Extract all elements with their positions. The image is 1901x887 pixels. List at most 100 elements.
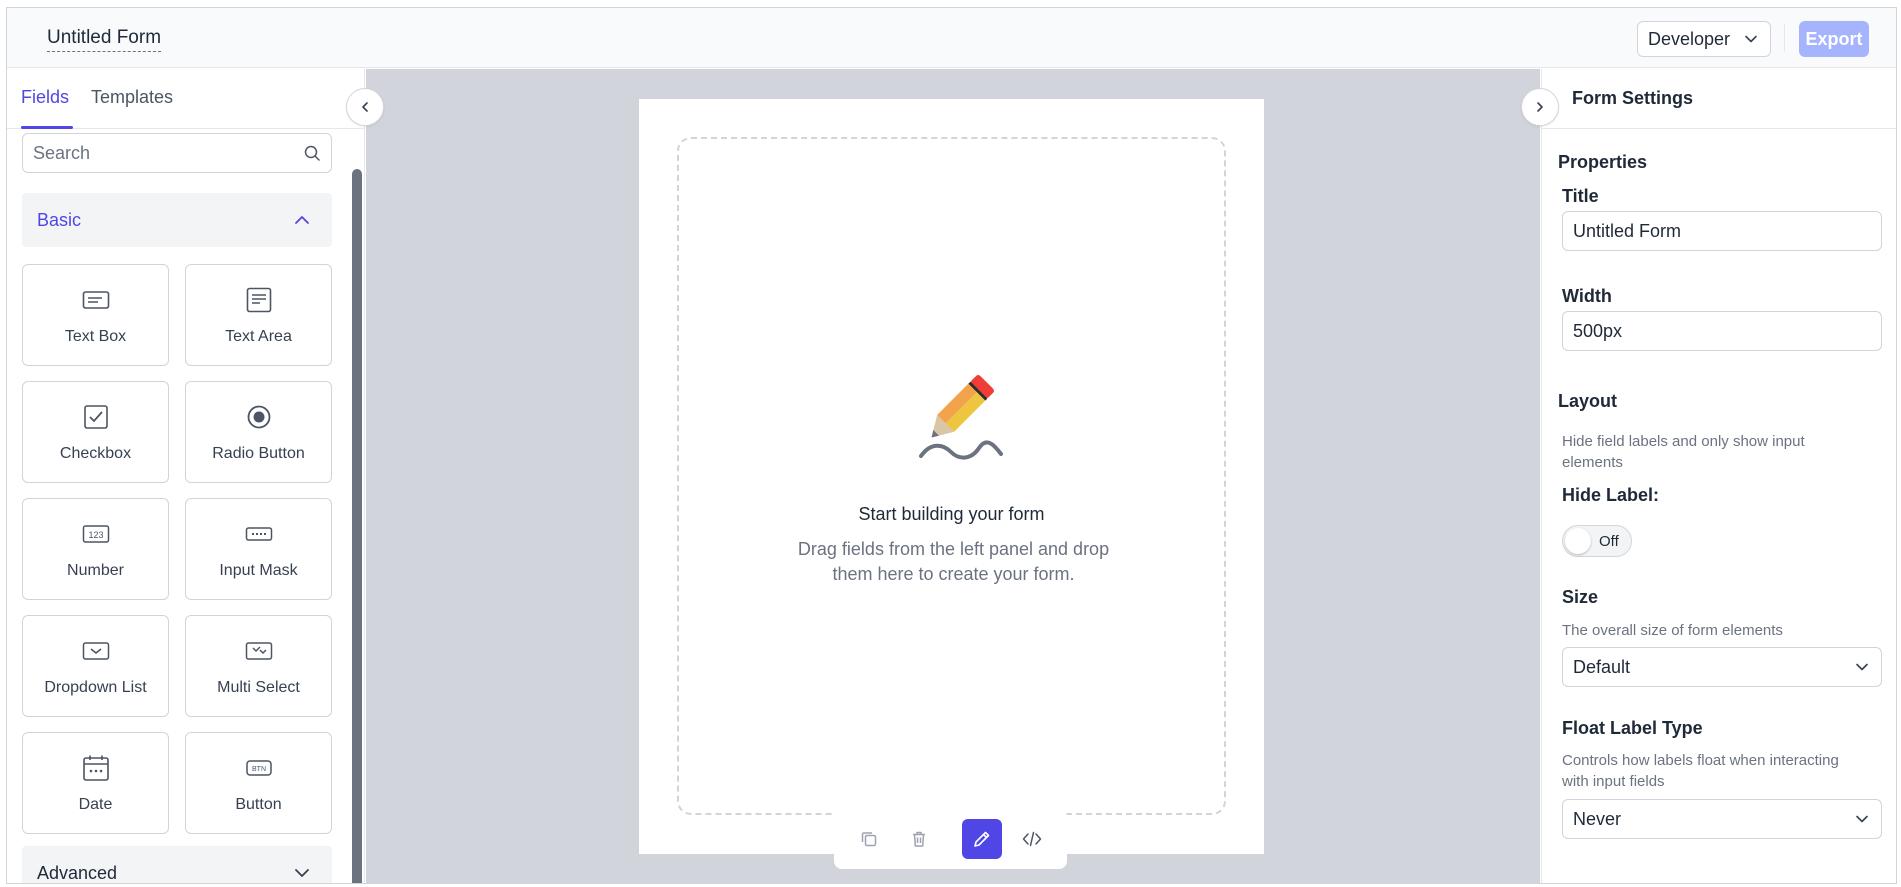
float-label-help-text: Controls how labels float when interacti… xyxy=(1562,752,1839,790)
field-card-label: Checkbox xyxy=(59,445,132,462)
settings-title: Form Settings xyxy=(1572,88,1694,108)
advanced-section-label: Advanced xyxy=(37,863,118,883)
copy-button[interactable] xyxy=(849,819,889,859)
copy-icon xyxy=(861,832,877,847)
form-page: Start building your form Drag fields fro… xyxy=(639,99,1264,854)
width-label: Width xyxy=(1562,286,1612,306)
button-icon: BTN xyxy=(244,753,274,783)
form-title[interactable]: Untitled Form xyxy=(47,27,162,52)
field-card-button[interactable]: BTN Button xyxy=(185,732,332,834)
field-card-input-mask[interactable]: Input Mask xyxy=(185,498,332,600)
advanced-section-header[interactable]: Advanced xyxy=(22,846,332,883)
number-icon: 123 xyxy=(81,519,111,549)
field-card-label: Text Area xyxy=(225,328,292,345)
active-tab-indicator xyxy=(21,126,73,129)
size-label: Size xyxy=(1562,587,1599,607)
size-select[interactable]: Default xyxy=(1562,647,1882,687)
tab-templates[interactable]: Templates xyxy=(91,87,173,108)
text-box-icon xyxy=(81,285,111,315)
float-label-type-label: Float Label Type xyxy=(1562,718,1703,738)
hide-label-label: Hide Label: xyxy=(1562,485,1660,505)
export-button[interactable]: Export xyxy=(1799,21,1869,57)
basic-section-header[interactable]: Basic xyxy=(22,193,332,247)
size-help-text: The overall size of form elements xyxy=(1562,622,1783,639)
form-canvas-area: Start building your form Drag fields fro… xyxy=(366,69,1540,883)
pencil-illustration-icon xyxy=(919,375,1003,460)
input-mask-icon xyxy=(244,519,274,549)
checkbox-icon xyxy=(81,402,111,432)
svg-text:123: 123 xyxy=(88,530,103,540)
field-card-radio-button[interactable]: Radio Button xyxy=(185,381,332,483)
field-card-label: Number xyxy=(67,562,124,579)
chevron-down-icon xyxy=(1745,35,1757,43)
field-card-checkbox[interactable]: Checkbox xyxy=(22,381,169,483)
basic-section-label: Basic xyxy=(37,210,82,230)
hide-label-toggle[interactable]: Off xyxy=(1562,525,1632,557)
field-card-label: Date xyxy=(78,796,113,813)
title-field xyxy=(1562,211,1882,251)
top-header: Untitled Form Developer Export xyxy=(7,8,1896,68)
collapse-right-panel-button[interactable] xyxy=(1521,88,1559,126)
mode-select[interactable]: Developer xyxy=(1637,21,1771,57)
svg-text:BTN: BTN xyxy=(252,766,266,773)
field-card-label: Dropdown List xyxy=(44,679,147,696)
code-button[interactable] xyxy=(1012,819,1052,859)
date-icon xyxy=(81,753,111,783)
field-card-multi-select[interactable]: Multi Select xyxy=(185,615,332,717)
chevron-left-icon xyxy=(362,102,368,112)
title-input[interactable] xyxy=(1563,212,1881,250)
title-label: Title xyxy=(1562,186,1599,206)
field-card-label: Multi Select xyxy=(217,679,300,696)
search-icon xyxy=(304,145,320,161)
multi-select-icon xyxy=(244,636,274,666)
chevron-up-icon xyxy=(295,216,309,224)
tab-fields[interactable]: Fields xyxy=(21,87,69,108)
field-card-text-box[interactable]: Text Box xyxy=(22,264,169,366)
fields-panel-scrollbar[interactable] xyxy=(352,169,362,883)
layout-heading: Layout xyxy=(1558,391,1618,411)
chevron-down-icon xyxy=(295,869,309,877)
form-settings-panel: Form Settings Properties Title Width Lay… xyxy=(1541,69,1896,883)
form-builder-app: Untitled Form Developer Export Fields Te… xyxy=(6,7,1897,884)
size-select-value: Default xyxy=(1573,656,1631,677)
trash-icon xyxy=(913,831,925,847)
chevron-down-icon xyxy=(1856,815,1868,823)
field-card-number[interactable]: 123 Number xyxy=(22,498,169,600)
empty-state-title: Start building your form xyxy=(858,504,1045,524)
canvas-toolbar xyxy=(834,809,1067,869)
field-card-label: Radio Button xyxy=(212,445,305,462)
field-card-label: Text Box xyxy=(64,328,127,345)
field-card-text-area[interactable]: Text Area xyxy=(185,264,332,366)
field-card-label: Button xyxy=(235,796,282,813)
layout-help-text: Hide field labels and only show input el… xyxy=(1562,433,1805,471)
field-card-label: Input Mask xyxy=(219,562,298,579)
empty-state-description: Drag fields from the left panel and drop… xyxy=(797,539,1110,584)
collapse-left-panel-button[interactable] xyxy=(346,88,384,126)
fields-panel: Fields Templates Basic Text Box Text Are… xyxy=(7,69,365,883)
field-card-date[interactable]: Date xyxy=(22,732,169,834)
delete-button[interactable] xyxy=(899,819,939,859)
float-label-select-value: Never xyxy=(1573,808,1622,829)
panel-tabs: Fields Templates xyxy=(7,69,365,129)
search-input[interactable] xyxy=(23,134,283,172)
field-search xyxy=(22,133,332,173)
pencil-icon xyxy=(974,831,990,847)
text-area-icon xyxy=(244,285,274,315)
mode-select-value: Developer xyxy=(1648,28,1731,49)
toggle-state: Off xyxy=(1599,533,1619,550)
code-icon xyxy=(1022,831,1042,847)
width-field xyxy=(1562,311,1882,351)
properties-heading: Properties xyxy=(1558,152,1648,172)
chevron-right-icon xyxy=(1537,102,1543,112)
field-card-dropdown-list[interactable]: Dropdown List xyxy=(22,615,169,717)
form-dropzone[interactable]: Start building your form Drag fields fro… xyxy=(677,137,1226,815)
header-divider xyxy=(1784,24,1785,52)
dropdown-list-icon xyxy=(81,636,111,666)
chevron-down-icon xyxy=(1856,663,1868,671)
radio-button-icon xyxy=(244,402,274,432)
edit-button[interactable] xyxy=(962,819,1002,859)
width-input[interactable] xyxy=(1563,312,1881,350)
float-label-select[interactable]: Never xyxy=(1562,799,1882,839)
toggle-knob xyxy=(1565,528,1591,554)
settings-header: Form Settings xyxy=(1542,69,1896,129)
